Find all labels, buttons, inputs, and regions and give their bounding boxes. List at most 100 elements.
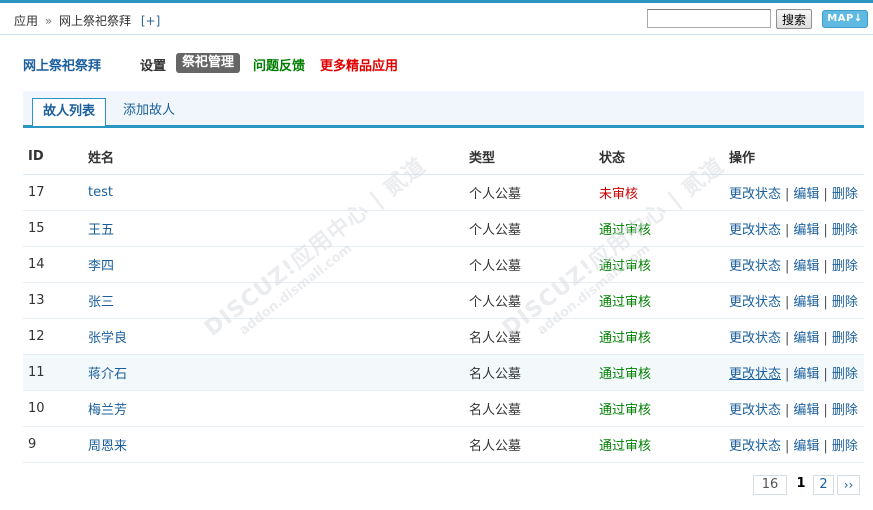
op-separator: | bbox=[785, 258, 790, 274]
cell-id: 9 bbox=[23, 426, 83, 463]
table-row: 11 蒋介石 名人公墓 通过审核 更改状态 | 编辑 | 删除 bbox=[23, 354, 864, 391]
cell-type: 个人公墓 bbox=[464, 210, 594, 247]
deceased-table: ID 姓名 类型 状态 操作 17 test 个人公墓 未审核 更改状态 | 编辑 | 删除 15… bbox=[23, 140, 864, 463]
change-status-link[interactable]: 更改状态 bbox=[729, 331, 781, 346]
header-name: 姓名 bbox=[83, 140, 464, 175]
change-status-link[interactable]: 更改状态 bbox=[729, 259, 781, 274]
search-button[interactable]: 搜索 bbox=[776, 9, 812, 29]
op-separator: | bbox=[823, 330, 828, 346]
cell-operations: 更改状态 | 编辑 | 删除 bbox=[724, 282, 864, 319]
cell-type: 个人公墓 bbox=[464, 174, 594, 211]
op-separator: | bbox=[823, 366, 828, 382]
status-text: 通过审核 bbox=[599, 402, 652, 418]
deceased-name-link[interactable]: 蒋介石 bbox=[88, 367, 127, 382]
change-status-link[interactable]: 更改状态 bbox=[729, 295, 781, 310]
table-row: 13 张三 个人公墓 通过审核 更改状态 | 编辑 | 删除 bbox=[23, 282, 864, 319]
header-type: 类型 bbox=[464, 140, 594, 175]
cell-id: 13 bbox=[23, 282, 83, 319]
table-row: 9 周恩来 名人公墓 通过审核 更改状态 | 编辑 | 删除 bbox=[23, 426, 864, 463]
status-text: 通过审核 bbox=[599, 222, 652, 238]
nav-manage[interactable]: 祭祀管理 bbox=[176, 53, 241, 73]
tab-bar: 故人列表 添加故人 bbox=[23, 91, 864, 128]
cell-type: 名人公墓 bbox=[464, 426, 594, 463]
op-separator: | bbox=[785, 294, 790, 310]
page-total: 16 bbox=[753, 475, 787, 495]
delete-link[interactable]: 删除 bbox=[832, 403, 858, 418]
op-separator: | bbox=[823, 402, 828, 418]
edit-link[interactable]: 编辑 bbox=[793, 439, 819, 454]
cell-type: 个人公墓 bbox=[464, 246, 594, 283]
delete-link[interactable]: 删除 bbox=[832, 367, 858, 382]
deceased-name-link[interactable]: 周恩来 bbox=[88, 439, 127, 454]
cell-type: 个人公墓 bbox=[464, 282, 594, 319]
cell-operations: 更改状态 | 编辑 | 删除 bbox=[724, 426, 864, 463]
deceased-name-link[interactable]: 梅兰芳 bbox=[88, 403, 127, 418]
status-text: 通过审核 bbox=[599, 330, 652, 346]
edit-link[interactable]: 编辑 bbox=[793, 295, 819, 310]
op-separator: | bbox=[785, 330, 790, 346]
deceased-name-link[interactable]: 李四 bbox=[88, 259, 114, 274]
delete-link[interactable]: 删除 bbox=[832, 295, 858, 310]
deceased-name-link[interactable]: test bbox=[88, 185, 113, 200]
edit-link[interactable]: 编辑 bbox=[793, 223, 819, 238]
page-2-link[interactable]: 2 bbox=[813, 475, 834, 495]
add-shortcut-link[interactable]: [+] bbox=[141, 14, 160, 28]
status-text: 通过审核 bbox=[599, 366, 652, 382]
change-status-link[interactable]: 更改状态 bbox=[729, 223, 781, 238]
tab-add-deceased[interactable]: 添加故人 bbox=[113, 98, 185, 125]
delete-link[interactable]: 删除 bbox=[832, 259, 858, 274]
breadcrumb: 应用 » 网上祭祀祭拜 [+] bbox=[14, 12, 160, 29]
delete-link[interactable]: 删除 bbox=[832, 223, 858, 238]
cell-operations: 更改状态 | 编辑 | 删除 bbox=[724, 246, 864, 283]
header-id: ID bbox=[23, 140, 83, 175]
deceased-name-link[interactable]: 张三 bbox=[88, 295, 114, 310]
cell-id: 10 bbox=[23, 390, 83, 427]
tab-deceased-list[interactable]: 故人列表 bbox=[32, 98, 107, 126]
delete-link[interactable]: 删除 bbox=[832, 331, 858, 346]
op-separator: | bbox=[785, 438, 790, 454]
nav-feedback[interactable]: 问题反馈 bbox=[253, 55, 305, 74]
nav-more-apps[interactable]: 更多精品应用 bbox=[320, 55, 398, 74]
change-status-link[interactable]: 更改状态 bbox=[729, 403, 781, 418]
top-accent-line bbox=[0, 0, 873, 3]
cell-operations: 更改状态 | 编辑 | 删除 bbox=[724, 318, 864, 355]
breadcrumb-root[interactable]: 应用 bbox=[14, 14, 38, 28]
next-page-button[interactable]: ›› bbox=[837, 475, 860, 495]
cell-type: 名人公墓 bbox=[464, 390, 594, 427]
deceased-name-link[interactable]: 张学良 bbox=[88, 331, 127, 346]
cell-type: 名人公墓 bbox=[464, 354, 594, 391]
status-text: 通过审核 bbox=[599, 438, 652, 454]
op-separator: | bbox=[823, 186, 828, 202]
delete-link[interactable]: 删除 bbox=[832, 439, 858, 454]
cell-operations: 更改状态 | 编辑 | 删除 bbox=[724, 210, 864, 247]
op-separator: | bbox=[785, 186, 790, 202]
cell-id: 12 bbox=[23, 318, 83, 355]
breadcrumb-current[interactable]: 网上祭祀祭拜 bbox=[59, 14, 131, 28]
page-current: 1 bbox=[792, 475, 810, 495]
cell-type: 名人公墓 bbox=[464, 318, 594, 355]
op-separator: | bbox=[823, 258, 828, 274]
cell-id: 14 bbox=[23, 246, 83, 283]
map-button[interactable]: MAP↓ bbox=[822, 10, 868, 28]
header-status: 状态 bbox=[594, 140, 724, 175]
search-input[interactable] bbox=[647, 9, 771, 28]
edit-link[interactable]: 编辑 bbox=[793, 187, 819, 202]
op-separator: | bbox=[823, 438, 828, 454]
status-text: 通过审核 bbox=[599, 294, 652, 310]
nav-settings[interactable]: 设置 bbox=[140, 55, 166, 74]
table-row: 17 test 个人公墓 未审核 更改状态 | 编辑 | 删除 bbox=[23, 174, 864, 211]
op-separator: | bbox=[785, 366, 790, 382]
delete-link[interactable]: 删除 bbox=[832, 187, 858, 202]
change-status-link[interactable]: 更改状态 bbox=[729, 367, 781, 382]
table-row: 12 张学良 名人公墓 通过审核 更改状态 | 编辑 | 删除 bbox=[23, 318, 864, 355]
edit-link[interactable]: 编辑 bbox=[793, 403, 819, 418]
deceased-name-link[interactable]: 王五 bbox=[88, 223, 114, 238]
edit-link[interactable]: 编辑 bbox=[793, 259, 819, 274]
header-operations: 操作 bbox=[724, 140, 864, 175]
op-separator: | bbox=[785, 402, 790, 418]
table-row: 15 王五 个人公墓 通过审核 更改状态 | 编辑 | 删除 bbox=[23, 210, 864, 247]
change-status-link[interactable]: 更改状态 bbox=[729, 187, 781, 202]
change-status-link[interactable]: 更改状态 bbox=[729, 439, 781, 454]
edit-link[interactable]: 编辑 bbox=[793, 331, 819, 346]
edit-link[interactable]: 编辑 bbox=[793, 367, 819, 382]
